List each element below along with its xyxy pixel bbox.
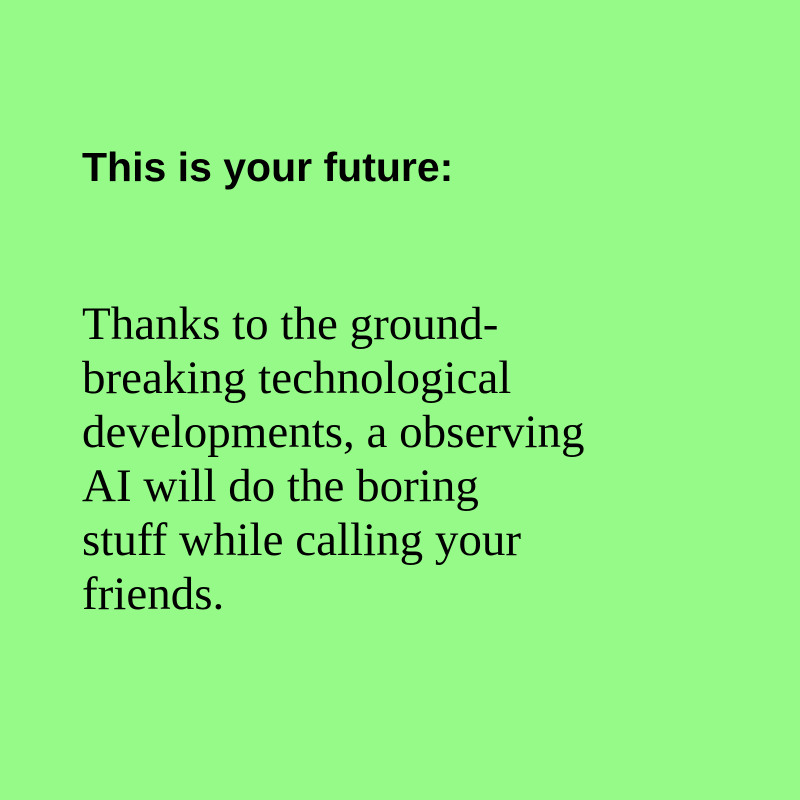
slide-background: This is your future: Thanks to the groun… <box>0 0 800 800</box>
body-line: Thanks to the ground- <box>82 298 499 350</box>
body-line: stuff while calling your <box>82 514 522 566</box>
body-line: breaking technological <box>82 352 512 404</box>
body-line: AI will do the boring <box>82 460 479 512</box>
slide-heading: This is your future: <box>82 144 454 190</box>
body-line: friends. <box>82 568 225 620</box>
slide-body-text: Thanks to the ground- breaking technolog… <box>82 297 762 621</box>
body-line: developments, a observing <box>82 406 585 458</box>
